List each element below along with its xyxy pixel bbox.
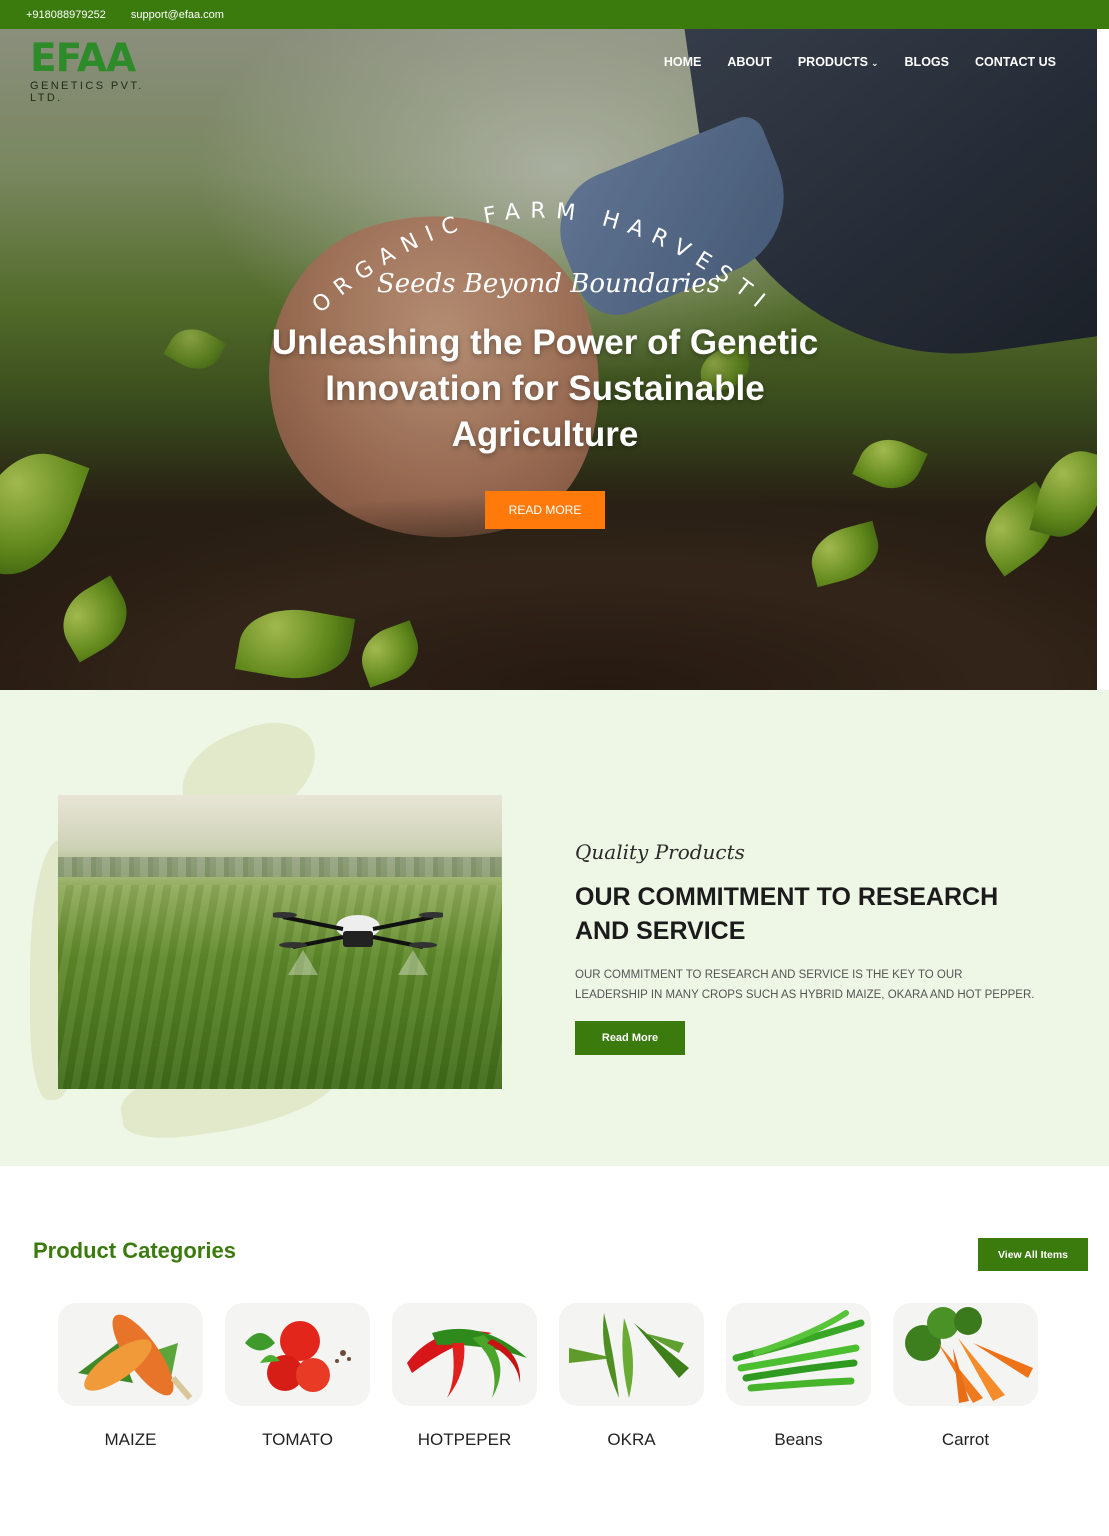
- top-contact-bar: +918088979252 support@efaa.com: [0, 0, 1109, 29]
- logo-wordmark: EFAA: [30, 36, 136, 81]
- chili-icon: [392, 1303, 537, 1406]
- okra-icon: [559, 1303, 704, 1406]
- hero-tagline: Seeds Beyond Boundaries: [376, 269, 721, 299]
- chevron-down-icon: ⌄: [870, 58, 879, 68]
- commitment-body: OUR COMMITMENT TO RESEARCH AND SERVICE I…: [575, 969, 1035, 1001]
- category-card-okra[interactable]: OKRA: [559, 1303, 704, 1463]
- corn-icon: [58, 1303, 203, 1406]
- nav-blogs[interactable]: BLOGS: [905, 55, 949, 69]
- category-card-hotpeper[interactable]: HOTPEPER: [392, 1303, 537, 1463]
- category-card-maize[interactable]: MAIZE: [58, 1303, 203, 1463]
- drone-field-image: [58, 795, 502, 1089]
- efaa-logo[interactable]: EFAA GENETICS PVT. LTD.: [30, 36, 170, 104]
- commitment-title: OUR COMMITMENT TO RESEARCH AND SERVICE: [575, 883, 999, 945]
- email-address[interactable]: support@efaa.com: [131, 9, 224, 21]
- category-card-tomato[interactable]: TOMATO: [225, 1303, 370, 1463]
- hero-section: EFAA GENETICS PVT. LTD. HOME ABOUT PRODU…: [0, 29, 1097, 690]
- nav-about[interactable]: ABOUT: [727, 55, 771, 69]
- category-label: TOMATO: [262, 1430, 333, 1449]
- category-label: HOTPEPER: [417, 1430, 512, 1449]
- nav-products-label: PRODUCTS: [797, 55, 868, 69]
- logo-subtitle: GENETICS PVT. LTD.: [30, 80, 144, 104]
- category-label: OKRA: [607, 1430, 656, 1449]
- commitment-read-more-button[interactable]: Read More: [575, 1021, 685, 1055]
- view-all-items-button[interactable]: View All Items: [978, 1238, 1088, 1271]
- hero-read-more-button[interactable]: READ MORE: [485, 491, 605, 529]
- category-card-beans[interactable]: Beans: [726, 1303, 871, 1463]
- category-label: Beans: [774, 1430, 823, 1449]
- category-label: MAIZE: [104, 1430, 157, 1449]
- category-card-carrot[interactable]: Carrot: [893, 1303, 1038, 1463]
- phone-number[interactable]: +918088979252: [26, 9, 106, 21]
- category-label: Carrot: [941, 1430, 990, 1449]
- main-nav: HOME ABOUT PRODUCTS ⌄ BLOGS CONTACT US: [664, 55, 1056, 69]
- commitment-section: Quality Products OUR COMMITMENT TO RESEA…: [0, 690, 1109, 1166]
- hero-headline: Unleashing the Power of Genetic Innovati…: [271, 323, 819, 454]
- drone-icon: [273, 912, 443, 975]
- product-categories-heading: Product Categories: [33, 1238, 236, 1263]
- nav-home[interactable]: HOME: [664, 55, 702, 69]
- quality-products-script: Quality Products: [575, 840, 745, 864]
- tomato-icon: [225, 1303, 370, 1406]
- category-list: MAIZE TOMATO HOTPEPER OKRA Beans Carrot: [58, 1303, 1058, 1463]
- nav-products[interactable]: PRODUCTS ⌄: [798, 55, 879, 69]
- carrot-icon: [893, 1303, 1038, 1406]
- beans-icon: [726, 1303, 871, 1406]
- nav-contact[interactable]: CONTACT US: [975, 55, 1056, 69]
